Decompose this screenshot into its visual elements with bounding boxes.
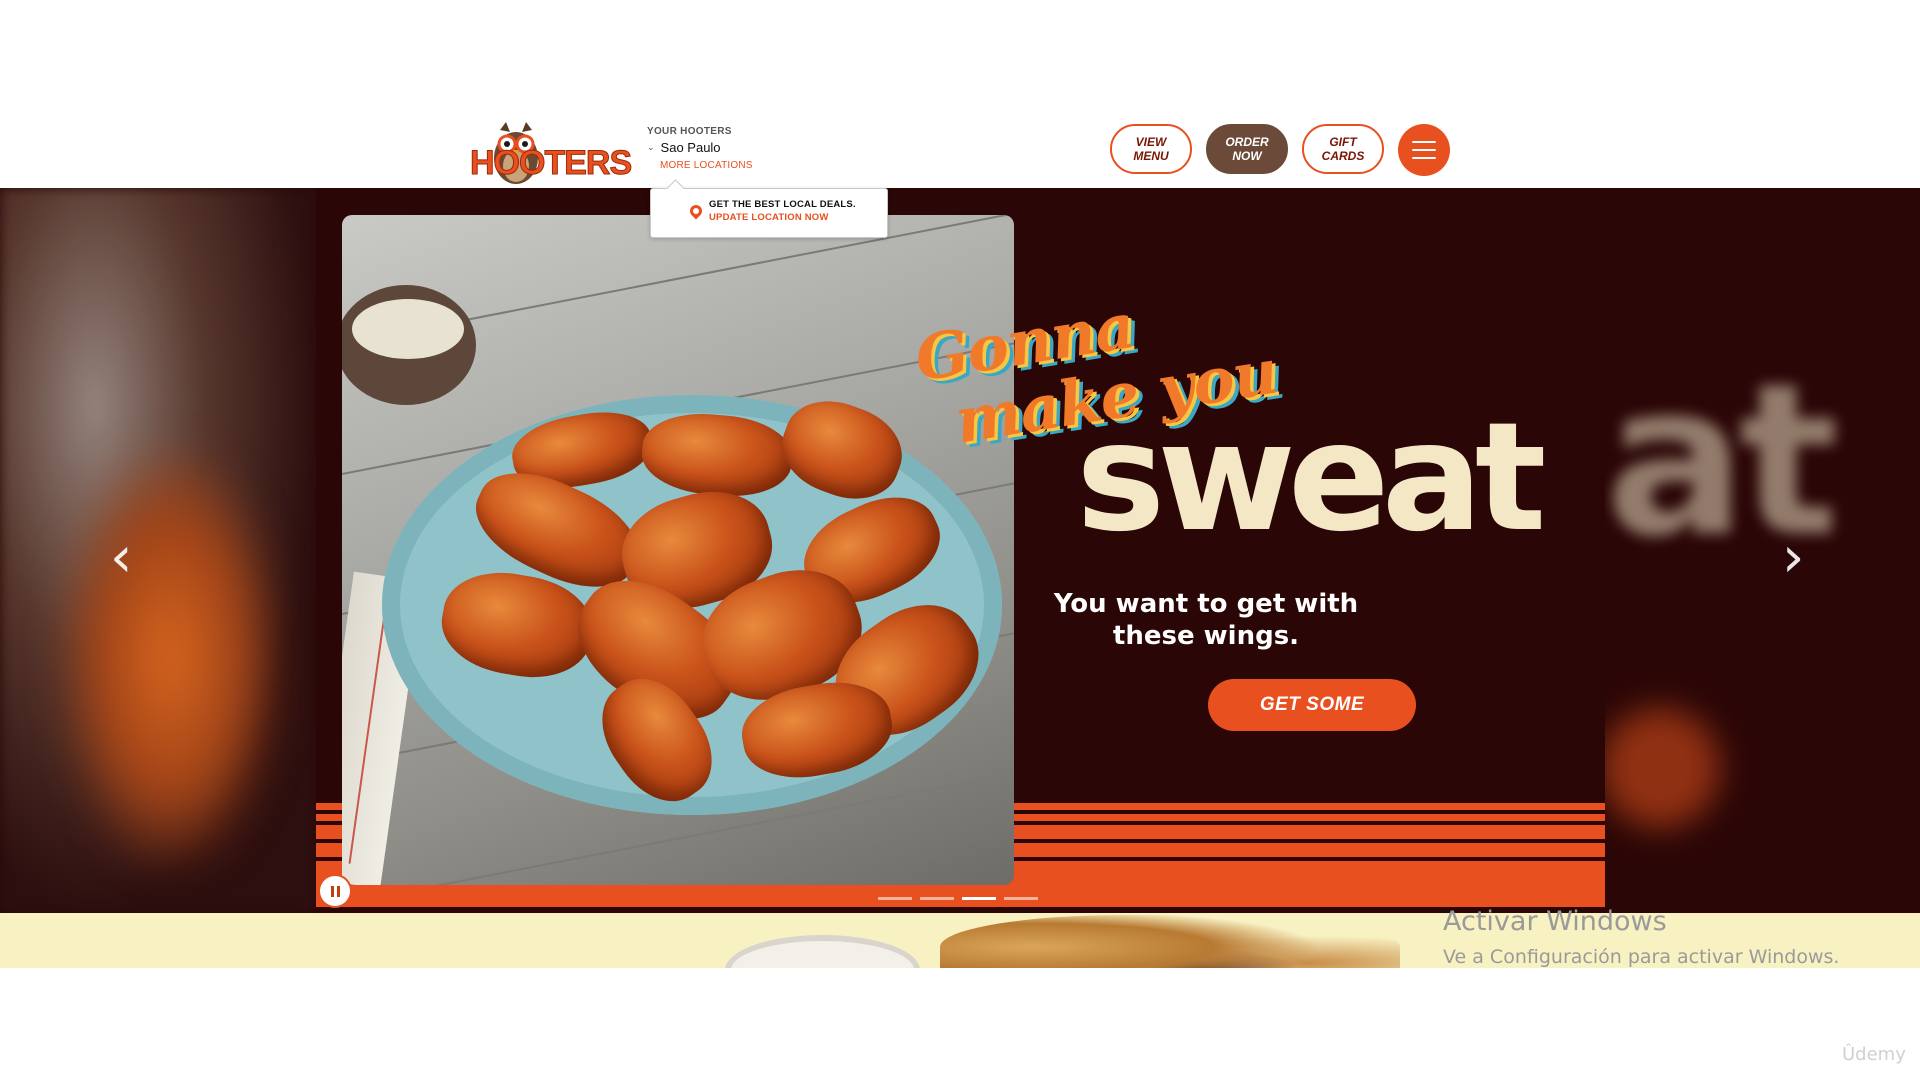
- carousel-dot[interactable]: [878, 897, 912, 900]
- hooters-logo[interactable]: HOOTERS: [469, 122, 633, 194]
- dip-bowl-image: [725, 935, 920, 968]
- pause-button[interactable]: [320, 876, 350, 906]
- update-location-link[interactable]: UPDATE LOCATION NOW: [709, 212, 829, 223]
- get-some-button[interactable]: GET SOME: [1208, 679, 1416, 731]
- chevron-right-icon[interactable]: ›: [1782, 528, 1812, 588]
- hero-carousel: at Gonna make you sweat You want to get …: [0, 188, 1920, 913]
- carousel-dot[interactable]: [1004, 897, 1038, 900]
- carousel-dot-active[interactable]: [962, 897, 996, 900]
- logo-wordmark: HOOTERS: [469, 144, 632, 183]
- map-pin-icon: [687, 202, 705, 220]
- order-now-button[interactable]: ORDER NOW: [1206, 124, 1288, 174]
- wings-photo: [342, 215, 1014, 885]
- chevron-down-icon: ⌄: [647, 142, 655, 152]
- site-header: HOOTERS YOUR HOOTERS ⌄ Sao Paulo MORE LO…: [0, 112, 1920, 188]
- windows-activation-title: Activar Windows: [1443, 906, 1667, 937]
- location-city-dropdown[interactable]: ⌄ Sao Paulo: [647, 140, 753, 155]
- carousel-dot[interactable]: [920, 897, 954, 900]
- location-city: Sao Paulo: [660, 140, 721, 155]
- slide-headline: Gonna make you sweat: [910, 289, 1556, 583]
- slide-subtext: You want to get with these wings.: [1053, 589, 1359, 651]
- chevron-left-icon[interactable]: ‹: [110, 528, 140, 588]
- food-image: [940, 915, 1400, 968]
- popup-deals-text: GET THE BEST LOCAL DEALS.: [709, 199, 856, 210]
- gift-cards-button[interactable]: GIFT CARDS: [1302, 124, 1384, 174]
- active-slide: Gonna make you sweat You want to get wit…: [316, 188, 1605, 913]
- location-deals-popup: GET THE BEST LOCAL DEALS. UPDATE LOCATIO…: [650, 188, 888, 238]
- hamburger-menu-button[interactable]: [1398, 124, 1450, 176]
- view-menu-button[interactable]: VIEW MENU: [1110, 124, 1192, 174]
- pause-icon: [330, 885, 334, 897]
- headline-sweat: sweat: [1076, 391, 1547, 565]
- location-caption: YOUR HOOTERS: [647, 126, 732, 137]
- location-selector: YOUR HOOTERS ⌄ Sao Paulo MORE LOCATIONS: [647, 126, 753, 171]
- hamburger-icon: [1412, 141, 1436, 143]
- more-locations-link[interactable]: MORE LOCATIONS: [660, 160, 753, 171]
- udemy-watermark: Ûdemy: [1842, 1044, 1906, 1065]
- carousel-dots: [878, 897, 1038, 900]
- windows-activation-subtitle: Ve a Configuración para activar Windows.: [1443, 946, 1840, 968]
